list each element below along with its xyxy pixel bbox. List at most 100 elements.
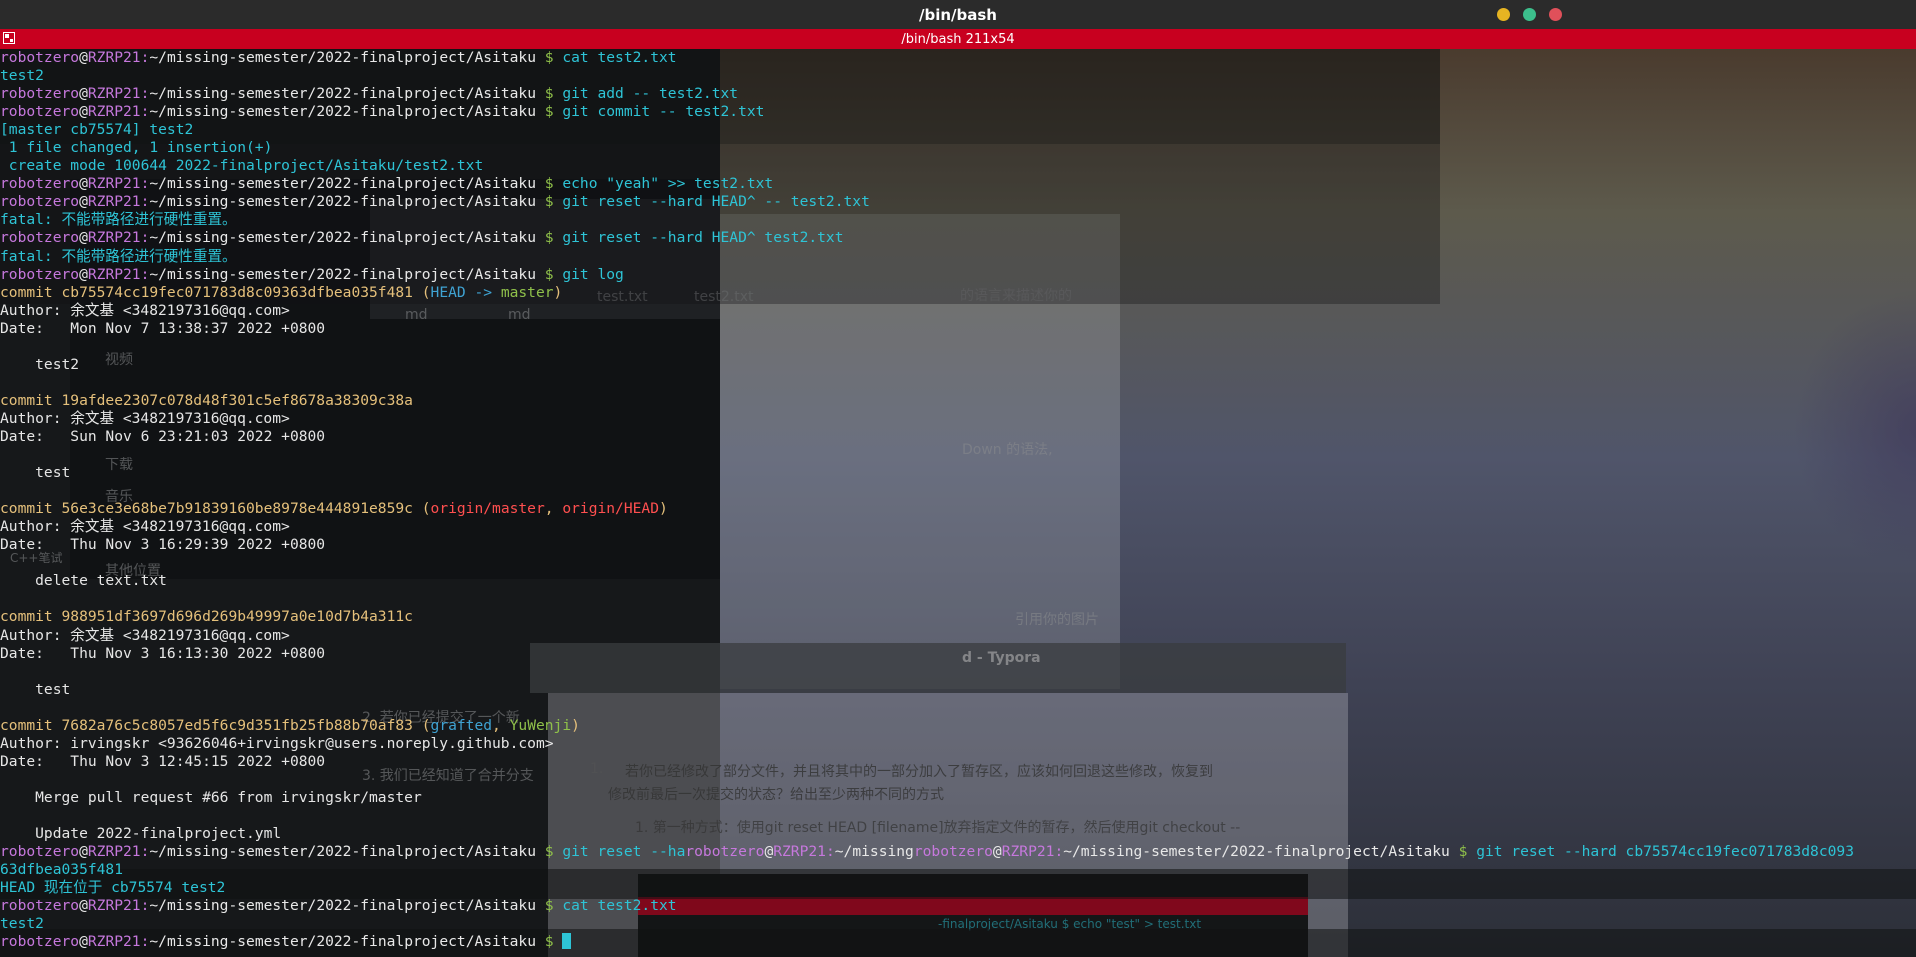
prompt-line: robotzero@RZRP21:~/missing-semester/2022… [0,175,1916,193]
prompt-host: RZRP21 [87,897,141,915]
command-text: cat test2.txt [562,897,677,915]
commit-line: commit 56e3ce3e68be7b91839160be8978e4448… [0,500,1916,518]
prompt-host: RZRP21 [87,265,141,283]
prompt-user: robotzero [685,843,765,861]
output-line: test2 [0,915,44,933]
ref-paren: ) [571,716,580,734]
prompt-dollar: $ [535,85,563,103]
commit-date: Date: Thu Nov 3 12:45:15 2022 +0800 [0,752,326,770]
close-button[interactable] [1549,8,1562,21]
head-ref: HEAD -> [430,283,501,301]
terminal-tab[interactable]: /bin/bash 211x54 [0,29,1916,49]
prompt-user: robotzero [913,843,993,861]
prompt-at: @ [79,897,88,915]
prompt-dollar: $ [535,229,563,247]
commit-line: commit 988951df3697d696d269b49997a0e10d7… [0,608,413,626]
window-title: /bin/bash [919,5,997,24]
commit-line: commit cb75574cc19fec071783d8c09363dfbea… [0,284,1916,302]
output-line: HEAD 现在位于 cb75574 test2 [0,879,226,897]
grafted-ref: grafted [430,716,493,734]
prompt-user: robotzero [0,49,80,66]
commit-message: Update 2022-finalproject.yml [0,825,282,843]
prompt-path: ~/missing-semester/2022-finalproject/Asi… [149,229,536,247]
commit-author: Author: 余文基 <3482197316@qq.com> [0,518,290,536]
active-prompt[interactable]: robotzero@RZRP21:~/missing-semester/2022… [0,933,1916,951]
prompt-sep: : [1054,843,1064,861]
ref-comma: , [544,500,563,518]
prompt-dollar: $ [535,103,563,121]
prompt-user: robotzero [0,933,80,951]
prompt-path: ~/missing-semester/2022-finalproject/Asi… [149,897,536,915]
minimize-button[interactable] [1497,8,1510,21]
tag-ref: YuWenji [509,716,572,734]
prompt-at: @ [992,843,1002,861]
commit-hash: commit 7682a76c5c8057ed5f6c9d351fb25fb88… [0,716,413,734]
prompt-user: robotzero [0,897,80,915]
commit-line: commit 7682a76c5c8057ed5f6c9d351fb25fb88… [0,717,1916,735]
prompt-path: ~/missing-semester/2022-finalproject/Asi… [149,49,536,66]
prompt-line: robotzero@RZRP21:~/missing-semester/2022… [0,229,1916,247]
command-text: git reset --ha [562,843,686,861]
prompt-dollar: $ [535,843,563,861]
prompt-user: robotzero [0,193,80,211]
prompt-at: @ [79,85,88,103]
tab-title: /bin/bash 211x54 [901,31,1015,47]
prompt-dollar: $ [535,897,563,915]
prompt-dollar: $ [535,49,563,66]
commit-author: Author: 余文基 <3482197316@qq.com> [0,409,290,427]
prompt-at: @ [764,843,774,861]
command-text: cat test2.txt [562,49,677,66]
prompt-line: robotzero@RZRP21:~/missing-semester/2022… [0,85,1916,103]
commit-author: Author: irvingskr <93626046+irvingskr@us… [0,734,554,752]
error-line: fatal: 不能带路径进行硬性重置。 [0,247,237,265]
commit-date: Date: Thu Nov 3 16:29:39 2022 +0800 [0,536,326,554]
prompt-dollar: $ [535,265,563,283]
prompt-line: robotzero@RZRP21:~/missing-semester/2022… [0,193,1916,211]
command-text: git reset --hard cb75574cc19fec071783d8c… [1476,843,1854,861]
commit-date: Date: Sun Nov 6 23:21:03 2022 +0800 [0,427,326,445]
output-line: create mode 100644 2022-finalproject/Asi… [0,157,484,175]
prompt-host: RZRP21 [87,933,141,951]
prompt-host: RZRP21 [87,229,141,247]
prompt-sep: : [825,843,835,861]
prompt-at: @ [79,193,88,211]
prompt-at: @ [79,175,88,193]
output-line: [master cb75574] test2 [0,121,194,139]
prompt-host: RZRP21 [773,843,826,861]
error-line: fatal: 不能带路径进行硬性重置。 [0,211,237,229]
prompt-line: robotzero@RZRP21:~/missing-semester/2022… [0,266,1916,284]
command-text: git add -- test2.txt [562,85,739,103]
prompt-user: robotzero [0,175,80,193]
prompt-host: RZRP21 [1001,843,1055,861]
prompt-at: @ [79,933,88,951]
commit-message: test2 [0,355,80,373]
prompt-path: ~/missing-semester/2022-finalproject/Asi… [149,843,536,861]
commit-date: Date: Mon Nov 7 13:38:37 2022 +0800 [0,319,326,337]
text-cursor[interactable] [562,933,572,950]
terminal-output[interactable]: robotzero@RZRP21:~/missing-semester/2022… [0,49,1916,957]
prompt-dollar: $ [535,175,563,193]
prompt-host: RZRP21 [87,49,141,66]
prompt-path: ~/missing-semester/2022-finalproject/Asi… [1063,843,1450,861]
prompt-user: robotzero [0,103,80,121]
commit-author: Author: 余文基 <3482197316@qq.com> [0,301,290,319]
prompt-dollar: $ [535,933,563,951]
prompt-host: RZRP21 [87,175,141,193]
commit-hash: commit cb75574cc19fec071783d8c09363dfbea… [0,283,413,301]
commit-line: commit 19afdee2307c078d48f301c5ef8678a38… [0,391,413,409]
prompt-at: @ [79,103,88,121]
prompt-at: @ [79,843,88,861]
prompt-host: RZRP21 [87,103,141,121]
prompt-path: ~/missing-semester/2022-finalproject/Asi… [149,103,536,121]
command-text: git reset --hard HEAD^ test2.txt [562,229,844,247]
commit-date: Date: Thu Nov 3 16:13:30 2022 +0800 [0,644,326,662]
prompt-host: RZRP21 [87,193,141,211]
prompt-host: RZRP21 [87,85,141,103]
prompt-path: ~/missing-semester/2022-finalproject/Asi… [149,175,536,193]
terminal-split-icon[interactable] [3,32,15,44]
commit-message: test [0,464,71,482]
ref-paren: ( [412,283,431,301]
maximize-button[interactable] [1523,8,1536,21]
prompt-user: robotzero [0,229,80,247]
commit-message: test [0,680,71,698]
